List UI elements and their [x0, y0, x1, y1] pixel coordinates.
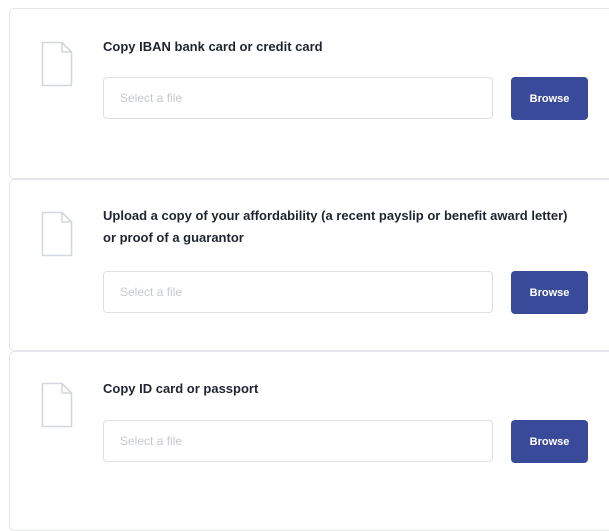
- browse-button[interactable]: Browse: [511, 77, 588, 120]
- file-input[interactable]: [103, 420, 493, 462]
- document-icon: [40, 381, 74, 429]
- browse-button[interactable]: Browse: [511, 271, 588, 314]
- document-icon: [40, 40, 74, 88]
- upload-card-affordability: Upload a copy of your affordability (a r…: [9, 179, 609, 351]
- upload-card-iban: Copy IBAN bank card or credit card Brows…: [9, 8, 609, 179]
- browse-button[interactable]: Browse: [511, 420, 588, 463]
- file-input[interactable]: [103, 271, 493, 313]
- upload-card-id: Copy ID card or passport Browse: [9, 351, 609, 531]
- upload-title: Upload a copy of your affordability (a r…: [103, 208, 568, 245]
- upload-title: Copy ID card or passport: [103, 381, 259, 396]
- upload-title: Copy IBAN bank card or credit card: [103, 39, 323, 54]
- file-input[interactable]: [103, 77, 493, 119]
- document-icon: [40, 210, 74, 258]
